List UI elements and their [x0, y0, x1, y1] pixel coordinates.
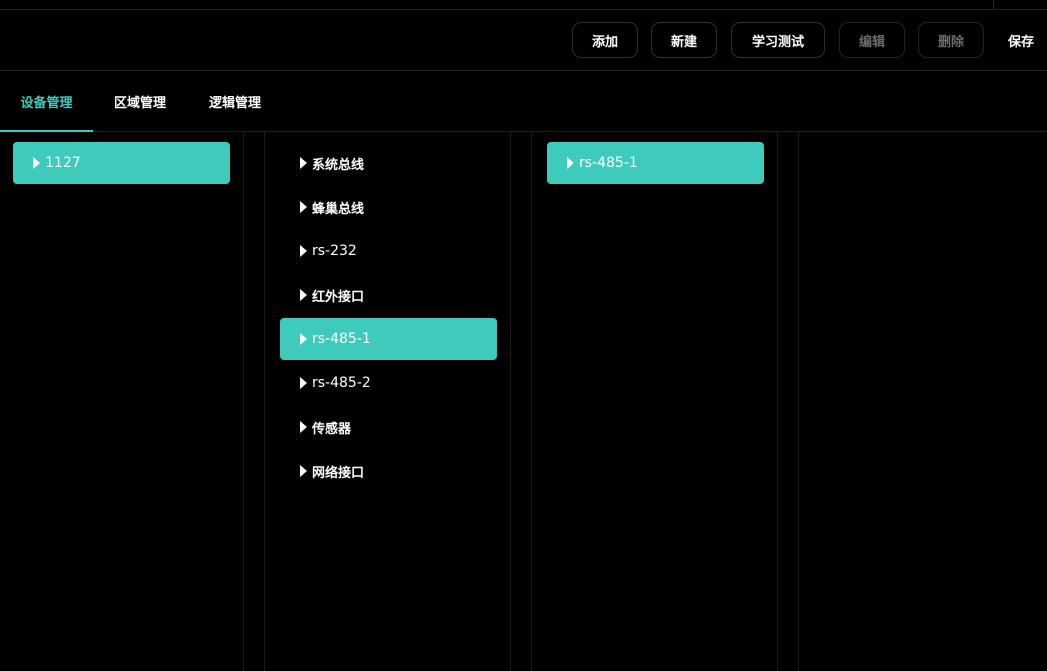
column-divider	[264, 132, 265, 671]
save-button[interactable]: 保存	[998, 22, 1044, 58]
caret-right-icon	[300, 421, 307, 433]
tab-area-management[interactable]: 区域管理	[100, 71, 180, 131]
tree-item-label: 传感器	[312, 421, 352, 437]
new-button[interactable]: 新建	[651, 22, 717, 58]
caret-right-icon	[300, 245, 307, 257]
tree-item-label: 网络接口	[312, 465, 365, 481]
tree-item-rs-485-1-child[interactable]: rs-485-1	[547, 142, 764, 184]
tree-item-label: rs-485-2	[312, 375, 371, 391]
add-button[interactable]: 添加	[572, 22, 638, 58]
caret-right-icon	[567, 157, 574, 169]
tree-item-label: 红外接口	[312, 289, 365, 305]
column-divider	[531, 132, 532, 671]
top-strip-divider	[993, 0, 994, 9]
tree-item-honeycomb-bus[interactable]: 蜂巢总线	[280, 186, 497, 228]
tab-device-management[interactable]: 设备管理	[0, 71, 93, 131]
tree-item-label: 蜂巢总线	[312, 201, 365, 217]
column-divider	[798, 132, 799, 671]
caret-right-icon	[300, 201, 307, 213]
tree-item-system-bus[interactable]: 系统总线	[280, 142, 497, 184]
tree-item-sensor[interactable]: 传感器	[280, 406, 497, 448]
learn-test-button[interactable]: 学习测试	[731, 22, 825, 58]
caret-right-icon	[33, 157, 40, 169]
tree-item-label: rs-485-1	[579, 155, 638, 171]
tab-bar: 设备管理 区域管理 逻辑管理	[0, 71, 1047, 132]
column-divider	[243, 132, 244, 671]
toolbar: 添加 新建 学习测试 编辑 删除 保存	[0, 10, 1047, 71]
tree-item-infrared[interactable]: 红外接口	[280, 274, 497, 316]
caret-right-icon	[300, 465, 307, 477]
tree-item-label: 1127	[45, 155, 81, 171]
tree-item-label: rs-232	[312, 243, 357, 259]
active-tab-indicator	[0, 130, 93, 132]
tree-item-rs-232[interactable]: rs-232	[280, 230, 497, 272]
column-divider	[777, 132, 778, 671]
caret-right-icon	[300, 377, 307, 389]
caret-right-icon	[300, 333, 307, 345]
tree-item-network[interactable]: 网络接口	[280, 450, 497, 492]
tree-item-rs-485-1[interactable]: rs-485-1	[280, 318, 497, 360]
caret-right-icon	[300, 289, 307, 301]
delete-button[interactable]: 删除	[918, 22, 984, 58]
top-strip	[0, 0, 1047, 10]
column-divider	[510, 132, 511, 671]
tree-item-1127[interactable]: 1127	[13, 142, 230, 184]
caret-right-icon	[300, 157, 307, 169]
tab-logic-management[interactable]: 逻辑管理	[195, 71, 275, 131]
tree-item-label: rs-485-1	[312, 331, 371, 347]
edit-button[interactable]: 编辑	[839, 22, 905, 58]
tree-item-label: 系统总线	[312, 157, 365, 173]
tree-item-rs-485-2[interactable]: rs-485-2	[280, 362, 497, 404]
